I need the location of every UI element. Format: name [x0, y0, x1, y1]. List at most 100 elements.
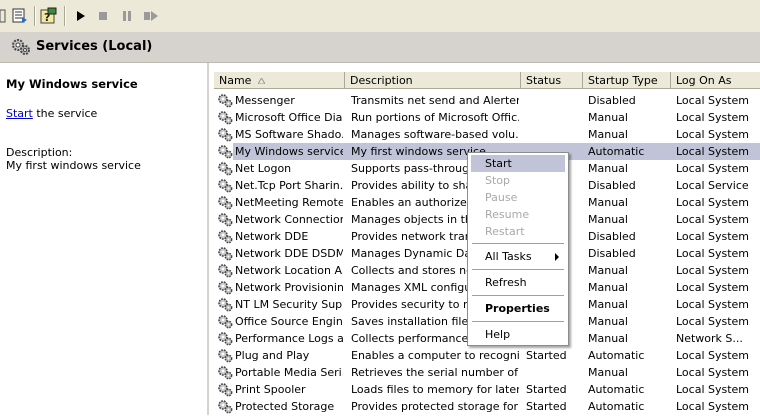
service-logon: Local System	[676, 400, 750, 413]
toolbar-separator	[64, 6, 66, 26]
menu-item-restart[interactable]: Restart	[471, 223, 565, 240]
service-startup-type: Automatic	[588, 400, 645, 413]
service-name: Network Provisionin...	[235, 281, 343, 294]
pause-service-icon[interactable]	[118, 5, 136, 27]
service-logon: Local System	[676, 196, 750, 209]
column-header-status[interactable]: Status	[521, 72, 583, 89]
service-startup-type: Disabled	[588, 230, 636, 243]
menu-separator	[472, 243, 564, 244]
menu-item-properties[interactable]: Properties	[471, 300, 565, 317]
service-logon: Local System	[676, 111, 750, 124]
service-logon: Local System	[676, 128, 750, 141]
service-logon: Local System	[676, 247, 750, 260]
start-service-icon[interactable]	[72, 5, 90, 27]
service-description: Loads files to memory for later ...	[351, 383, 519, 396]
toolbar-edge-button[interactable]	[0, 5, 6, 27]
service-description: Retrieves the serial number of ...	[351, 366, 519, 379]
service-status	[526, 109, 584, 126]
menu-item-all-tasks-label: All Tasks	[485, 250, 532, 263]
service-name: Microsoft Office Dia...	[235, 111, 343, 124]
service-logon: Local System	[676, 315, 750, 328]
service-logon: Local System	[676, 298, 750, 311]
service-row[interactable]: Messenger Transmits net send and Alerter …	[209, 92, 760, 109]
service-startup-type: Disabled	[588, 94, 636, 107]
service-logon: Local System	[676, 264, 750, 277]
service-row[interactable]: Protected Storage Provides protected stor…	[209, 398, 760, 415]
help-icon[interactable]: ?	[38, 5, 60, 27]
service-row[interactable]: Print Spooler Loads files to memory for l…	[209, 381, 760, 398]
service-startup-type: Manual	[588, 162, 628, 175]
menu-item-start[interactable]: Start	[471, 155, 565, 172]
service-logon: Local System	[676, 94, 750, 107]
export-list-icon[interactable]	[9, 5, 31, 27]
menu-item-pause[interactable]: Pause	[471, 189, 565, 206]
menu-item-all-tasks[interactable]: All Tasks	[471, 248, 565, 265]
menu-item-help[interactable]: Help	[471, 326, 565, 343]
selected-service-name: My Windows service	[6, 77, 138, 91]
service-startup-type: Manual	[588, 332, 628, 345]
service-row[interactable]: Microsoft Office Dia... Run portions of M…	[209, 109, 760, 126]
start-service-link[interactable]: Start	[6, 107, 33, 120]
service-startup-type: Manual	[588, 315, 628, 328]
service-name: Plug and Play	[235, 349, 310, 362]
service-status: Started	[526, 383, 567, 396]
menu-item-refresh[interactable]: Refresh	[471, 274, 565, 291]
service-description: Provides protected storage for ...	[351, 400, 519, 413]
menu-separator	[472, 321, 564, 322]
service-description: Manages software-based volu...	[351, 128, 519, 141]
service-logon: Local System	[676, 383, 750, 396]
service-startup-type: Disabled	[588, 247, 636, 260]
service-name: Net.Tcp Port Sharin...	[235, 179, 343, 192]
service-startup-type: Manual	[588, 128, 628, 141]
service-row[interactable]: Plug and Play Enables a computer to recog…	[209, 347, 760, 364]
service-logon: Local System	[676, 349, 750, 362]
menu-item-resume[interactable]: Resume	[471, 206, 565, 223]
service-name: Net Logon	[235, 162, 292, 175]
column-header-startup-type[interactable]: Startup Type	[583, 72, 671, 89]
service-description: Run portions of Microsoft Offic...	[351, 111, 519, 124]
service-name: Portable Media Seri...	[235, 366, 343, 379]
service-name: Network Location A...	[235, 264, 343, 277]
service-name: NT LM Security Sup...	[235, 298, 343, 311]
description-pane: My Windows service Start the service Des…	[0, 63, 207, 415]
stop-service-icon[interactable]	[94, 5, 112, 27]
page-title: Services (Local)	[36, 39, 153, 54]
service-startup-type: Manual	[588, 298, 628, 311]
service-gears-icon	[217, 399, 233, 417]
service-startup-type: Manual	[588, 281, 628, 294]
service-logon: Local System	[676, 162, 750, 175]
column-header-name-label: Name	[219, 74, 252, 87]
service-row[interactable]: MS Software Shado... Manages software-bas…	[209, 126, 760, 143]
toolbar-separator	[34, 6, 36, 26]
service-name: My Windows service	[235, 143, 343, 160]
column-header-logon[interactable]: Log On As	[671, 72, 760, 89]
service-logon: Local System	[676, 213, 750, 226]
column-header-name[interactable]: Name	[214, 72, 345, 89]
column-header-description[interactable]: Description	[345, 72, 521, 89]
service-name: Performance Logs a...	[235, 332, 343, 345]
service-logon: Local System	[676, 230, 750, 243]
service-startup-type: Manual	[588, 264, 628, 277]
menu-separator	[472, 295, 564, 296]
service-startup-type: Manual	[588, 111, 628, 124]
service-name: Network DDE DSDM	[235, 247, 343, 260]
service-name: Network DDE	[235, 230, 309, 243]
service-logon: Local Service	[676, 179, 749, 192]
service-name: Messenger	[235, 94, 295, 107]
service-status: Started	[526, 400, 567, 413]
description-label: Description:	[6, 146, 73, 159]
menu-item-stop[interactable]: Stop	[471, 172, 565, 189]
service-logon: Network S...	[676, 332, 743, 345]
service-name: MS Software Shado...	[235, 128, 343, 141]
context-menu: Start Stop Pause Resume Restart All Task…	[467, 152, 569, 346]
service-name: Print Spooler	[235, 383, 306, 396]
service-startup-type: Manual	[588, 366, 628, 379]
gears-icon	[11, 38, 31, 59]
restart-service-icon[interactable]	[140, 5, 162, 27]
service-row[interactable]: Portable Media Seri... Retrieves the seri…	[209, 364, 760, 381]
service-startup-type: Manual	[588, 213, 628, 226]
service-name: Protected Storage	[235, 400, 335, 413]
service-description: Transmits net send and Alerter ...	[351, 94, 519, 107]
submenu-arrow-icon	[555, 253, 559, 261]
service-description: Enables a computer to recogniz...	[351, 349, 519, 362]
